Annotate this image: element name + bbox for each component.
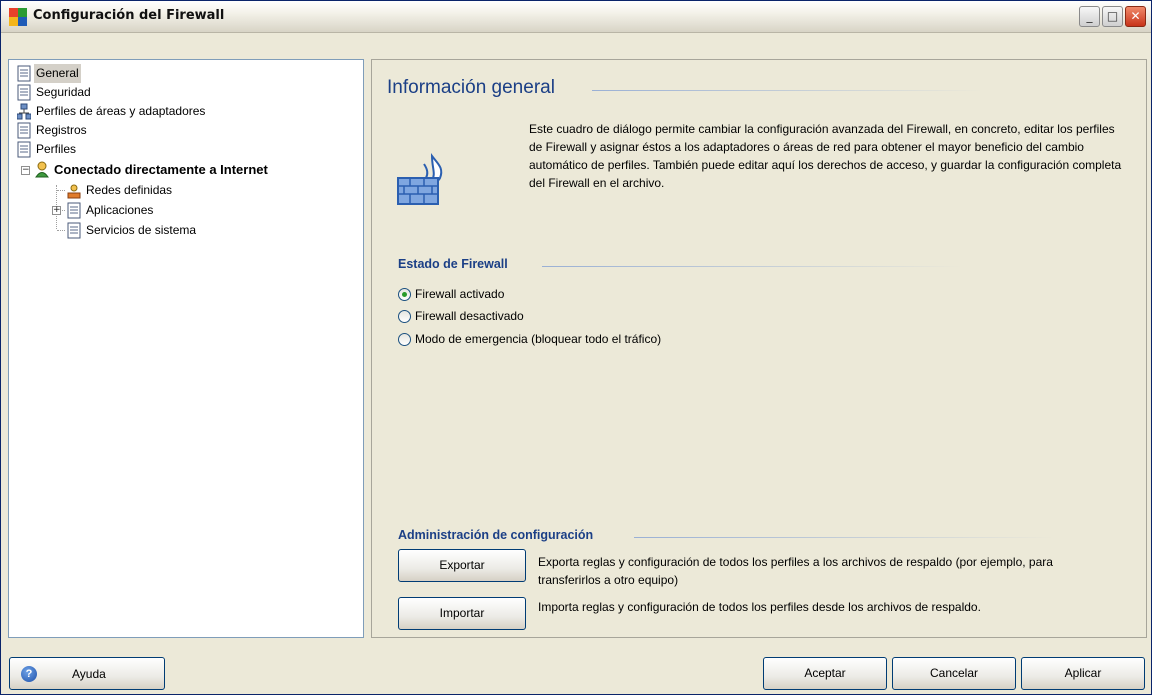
help-button[interactable]: ? Ayuda (9, 657, 165, 690)
tree-item-label: Seguridad (36, 85, 91, 99)
tree-item-label: Redes definidas (86, 183, 173, 197)
help-button-label: Ayuda (72, 667, 106, 681)
avg-logo-icon (9, 8, 27, 26)
document-icon (17, 65, 31, 82)
title-bar[interactable]: Configuración del Firewall _ □ ✕ (1, 1, 1151, 33)
page-description: Este cuadro de diálogo permite cambiar l… (529, 122, 1122, 190)
tree-connector (57, 190, 65, 191)
expand-toggle[interactable]: + (52, 206, 61, 215)
apply-button[interactable]: Aplicar (1021, 657, 1145, 690)
section-divider (634, 537, 1054, 538)
firewall-status-heading: Estado de Firewall (398, 257, 508, 271)
settings-tree: General Seguridad Perfiles de áreas y ad… (8, 59, 364, 638)
page-title: Información general (387, 77, 555, 98)
content-panel: Información general Este cuadro de diálo… (371, 59, 1147, 638)
help-icon: ? (21, 666, 37, 682)
minimize-icon: _ (1086, 9, 1093, 23)
minimize-button[interactable]: _ (1079, 6, 1100, 27)
network-icon (17, 103, 31, 120)
document-icon (67, 202, 81, 219)
document-icon (17, 122, 31, 139)
close-button[interactable]: ✕ (1125, 6, 1146, 27)
tree-item-label: Conectado directamente a Internet (54, 162, 268, 177)
close-icon: ✕ (1130, 9, 1141, 23)
maximize-button[interactable]: □ (1102, 6, 1123, 27)
maximize-icon: □ (1106, 9, 1119, 23)
tree-item-label: Perfiles (36, 142, 77, 156)
tree-item-label: Servicios de sistema (86, 223, 197, 237)
radio-button[interactable] (398, 288, 411, 301)
document-icon (67, 222, 81, 239)
network-user-icon (67, 184, 81, 199)
ok-button[interactable]: Aceptar (763, 657, 887, 690)
document-icon (17, 141, 31, 158)
tree-item-label: Aplicaciones (86, 203, 154, 217)
tree-item-label: Registros (36, 123, 87, 137)
tree-connector (57, 230, 65, 231)
export-button[interactable]: Exportar (398, 549, 526, 582)
radio-label: Modo de emergencia (bloquear todo el trá… (415, 332, 662, 346)
import-description: Importa reglas y configuración de todos … (538, 600, 981, 614)
section-divider (542, 266, 962, 267)
window-title: Configuración del Firewall (33, 8, 225, 23)
firewall-icon (397, 152, 443, 205)
radio-button[interactable] (398, 333, 411, 346)
radio-label: Firewall activado (415, 287, 505, 301)
tree-item-label: General (34, 64, 81, 83)
radio-label: Firewall desactivado (415, 309, 524, 323)
title-divider (592, 90, 982, 91)
user-profile-icon (35, 161, 49, 178)
document-icon (17, 84, 31, 101)
tree-item-label: Perfiles de áreas y adaptadores (36, 104, 206, 118)
import-button[interactable]: Importar (398, 597, 526, 630)
cancel-button[interactable]: Cancelar (892, 657, 1016, 690)
radio-button[interactable] (398, 310, 411, 323)
collapse-toggle[interactable]: − (21, 166, 30, 175)
firewall-config-window: Configuración del Firewall _ □ ✕ General… (0, 0, 1152, 695)
export-description: Exporta reglas y configuración de todos … (538, 555, 1053, 587)
config-admin-heading: Administración de configuración (398, 528, 594, 542)
